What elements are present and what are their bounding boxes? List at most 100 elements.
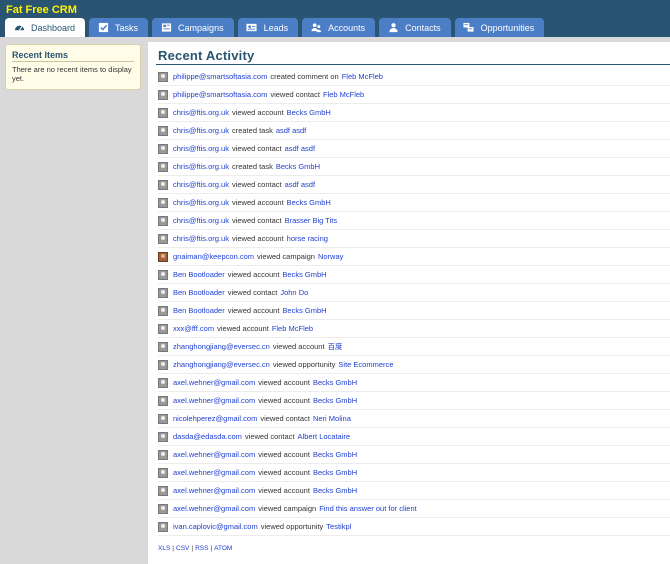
- activity-row: chris@ftis.org.uk viewed contact asdf asdf: [158, 176, 670, 194]
- activity-user-link[interactable]: axel.wehner@gmail.com: [173, 504, 255, 513]
- activity-row: axel.wehner@gmail.com viewed account Becks…: [158, 446, 670, 464]
- activity-user-link[interactable]: chris@ftis.org.uk: [173, 144, 229, 153]
- activity-user-link[interactable]: dasda@edasda.com: [173, 432, 242, 441]
- activity-target-link[interactable]: Becks GmbH: [313, 486, 357, 495]
- activity-target-link[interactable]: John Do: [280, 288, 308, 297]
- tab-label: Campaigns: [178, 22, 224, 33]
- avatar: [158, 251, 168, 262]
- activity-user-link[interactable]: nicolehperez@gmail.com: [173, 414, 257, 423]
- tab-campaigns[interactable]: Campaigns: [152, 18, 234, 37]
- activity-user-link[interactable]: axel.wehner@gmail.com: [173, 468, 255, 477]
- activity-user-link[interactable]: chris@ftis.org.uk: [173, 180, 229, 189]
- activity-user-link[interactable]: Ben Bootloader: [173, 306, 225, 315]
- activity-action: viewed contact: [227, 288, 278, 297]
- activity-target-link[interactable]: Brasser Big Tits: [285, 216, 338, 225]
- activity-target-link[interactable]: Fleb McFleb: [323, 90, 364, 99]
- activity-target-link[interactable]: asdf asdf: [285, 180, 315, 189]
- activity-target-link[interactable]: 百度: [328, 341, 343, 352]
- activity-target-link[interactable]: asdf asdf: [276, 126, 306, 135]
- activity-target-link[interactable]: asdf asdf: [285, 144, 315, 153]
- activity-user-link[interactable]: axel.wehner@gmail.com: [173, 396, 255, 405]
- activity-target-link[interactable]: Albert Locataire: [298, 432, 351, 441]
- activity-target-link[interactable]: Fleb McFleb: [342, 72, 383, 81]
- activity-user-link[interactable]: chris@ftis.org.uk: [173, 198, 229, 207]
- export-separator: |: [191, 545, 194, 552]
- activity-user-link[interactable]: chris@ftis.org.uk: [173, 216, 229, 225]
- export-csv-link[interactable]: CSV: [176, 545, 189, 552]
- activity-user-link[interactable]: xxx@fff.com: [173, 324, 214, 333]
- main-nav-tabs: Dashboard Tasks Campaigns Leads Accounts: [5, 18, 548, 37]
- avatar: [158, 269, 168, 280]
- activity-user-link[interactable]: ivan.caplovic@gmail.com: [173, 522, 258, 531]
- avatar: [158, 107, 168, 118]
- activity-action: created comment on: [270, 72, 339, 81]
- activity-target-link[interactable]: Neri Molina: [313, 414, 351, 423]
- activity-user-link[interactable]: axel.wehner@gmail.com: [173, 378, 255, 387]
- avatar: [158, 179, 168, 190]
- activity-user-link[interactable]: chris@ftis.org.uk: [173, 162, 229, 171]
- activity-row: Ben Bootloader viewed contact John Do: [158, 284, 670, 302]
- tab-opportunities[interactable]: Opportunities: [454, 18, 545, 37]
- activity-user-link[interactable]: gnaiman@keepcon.com: [173, 252, 254, 261]
- tab-leads[interactable]: Leads: [237, 18, 299, 37]
- avatar: [158, 89, 168, 100]
- activity-target-link[interactable]: Becks GmbH: [313, 468, 357, 477]
- activity-row: chris@ftis.org.uk created task Becks GmbH: [158, 158, 670, 176]
- activity-target-link[interactable]: Becks GmbH: [287, 108, 331, 117]
- activity-action: viewed contact: [231, 144, 282, 153]
- opportunities-icon: [463, 22, 475, 33]
- tasks-icon: [97, 22, 109, 33]
- activity-row: philippe@smartsoftasia.com viewed contact…: [158, 86, 670, 104]
- tab-contacts[interactable]: Contacts: [379, 18, 451, 37]
- activity-row: zhanghongjiang@eversec.cn viewed opportun…: [158, 356, 670, 374]
- activity-user-link[interactable]: zhanghongjiang@eversec.cn: [173, 342, 270, 351]
- export-separator: |: [210, 545, 213, 552]
- activity-target-link[interactable]: Testikpl: [326, 522, 351, 531]
- recent-items-panel: Recent Items There are no recent items t…: [5, 44, 141, 90]
- activity-action: viewed account: [272, 342, 325, 351]
- export-rss-link[interactable]: RSS: [195, 545, 208, 552]
- activity-user-link[interactable]: philippe@smartsoftasia.com: [173, 90, 267, 99]
- activity-target-link[interactable]: Fleb McFleb: [272, 324, 313, 333]
- activity-target-link[interactable]: Becks GmbH: [287, 198, 331, 207]
- activity-target-link[interactable]: horse racing: [287, 234, 328, 243]
- activity-target-link[interactable]: Becks GmbH: [313, 396, 357, 405]
- avatar: [158, 143, 168, 154]
- avatar: [158, 359, 168, 370]
- avatar: [158, 71, 168, 82]
- campaigns-icon: [160, 22, 172, 33]
- activity-action: viewed account: [227, 270, 280, 279]
- export-links: XLS | CSV | RSS | ATOM: [158, 545, 232, 552]
- activity-user-link[interactable]: zhanghongjiang@eversec.cn: [173, 360, 270, 369]
- activity-target-link[interactable]: Site Ecommerce: [338, 360, 393, 369]
- export-atom-link[interactable]: ATOM: [214, 545, 232, 552]
- activity-user-link[interactable]: axel.wehner@gmail.com: [173, 450, 255, 459]
- activity-action: created task: [231, 162, 273, 171]
- tab-label: Accounts: [328, 22, 366, 33]
- avatar: [158, 521, 168, 532]
- app-title[interactable]: Fat Free CRM: [6, 4, 77, 16]
- activity-target-link[interactable]: Norway: [318, 252, 343, 261]
- activity-target-link[interactable]: Becks GmbH: [276, 162, 320, 171]
- activity-row: Ben Bootloader viewed account Becks GmbH: [158, 266, 670, 284]
- activity-target-link[interactable]: Becks GmbH: [282, 306, 326, 315]
- activity-user-link[interactable]: axel.wehner@gmail.com: [173, 486, 255, 495]
- activity-user-link[interactable]: Ben Bootloader: [173, 270, 225, 279]
- activity-user-link[interactable]: Ben Bootloader: [173, 288, 225, 297]
- tab-dashboard[interactable]: Dashboard: [5, 18, 86, 37]
- activity-row: xxx@fff.com viewed account Fleb McFleb: [158, 320, 670, 338]
- tab-accounts[interactable]: Accounts: [302, 18, 376, 37]
- activity-user-link[interactable]: chris@ftis.org.uk: [173, 126, 229, 135]
- activity-target-link[interactable]: Becks GmbH: [313, 450, 357, 459]
- tab-tasks[interactable]: Tasks: [89, 18, 149, 37]
- activity-user-link[interactable]: chris@ftis.org.uk: [173, 108, 229, 117]
- activity-user-link[interactable]: philippe@smartsoftasia.com: [173, 72, 267, 81]
- activity-user-link[interactable]: chris@ftis.org.uk: [173, 234, 229, 243]
- activity-target-link[interactable]: Becks GmbH: [282, 270, 326, 279]
- avatar: [158, 323, 168, 334]
- activity-row: chris@ftis.org.uk viewed account Becks Gmb…: [158, 194, 670, 212]
- leads-icon: [246, 22, 258, 33]
- activity-target-link[interactable]: Find this answer out for client: [319, 504, 417, 513]
- export-xls-link[interactable]: XLS: [158, 545, 170, 552]
- activity-target-link[interactable]: Becks GmbH: [313, 378, 357, 387]
